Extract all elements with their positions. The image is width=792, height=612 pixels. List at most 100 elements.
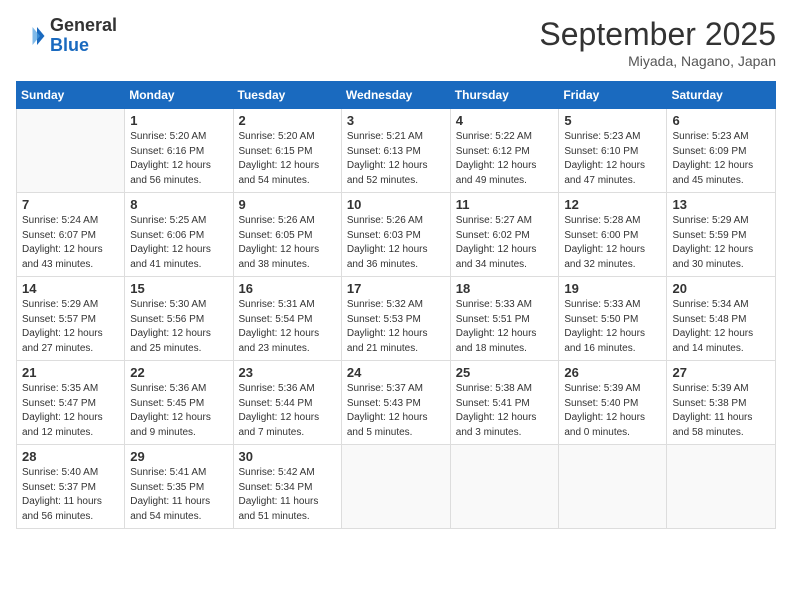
day-number: 7 xyxy=(22,197,119,212)
day-info: Sunrise: 5:25 AM Sunset: 6:06 PM Dayligh… xyxy=(130,214,227,272)
day-cell: 11Sunrise: 5:27 AM Sunset: 6:02 PM Dayli… xyxy=(450,193,559,277)
day-number: 3 xyxy=(347,113,445,128)
day-info: Sunrise: 5:36 AM Sunset: 5:45 PM Dayligh… xyxy=(130,382,227,440)
day-number: 19 xyxy=(564,281,661,296)
day-cell: 15 Sunrise: 5:30 AM Sunset: 5:56 PM Dayli… xyxy=(125,277,233,361)
day-cell: 18 Sunrise: 5:33 AM Sunset: 5:51 PM Dayli… xyxy=(450,277,559,361)
day-number: 1 xyxy=(130,113,227,128)
day-number: 5 xyxy=(564,113,661,128)
day-number: 2 xyxy=(239,113,336,128)
day-cell: 7 Sunrise: 5:24 AM Sunset: 6:07 PM Daylig… xyxy=(17,193,125,277)
day-info: Sunrise: 5:33 AM Sunset: 5:51 PM Dayligh… xyxy=(456,298,554,356)
day-cell xyxy=(559,445,667,529)
day-cell: 17 Sunrise: 5:32 AM Sunset: 5:53 PM Dayli… xyxy=(341,277,450,361)
day-cell: 12 Sunrise: 5:28 AM Sunset: 6:00 PM Dayli… xyxy=(559,193,667,277)
page-header: General Blue September 2025 Miyada, Naga… xyxy=(16,16,776,69)
day-info: Sunrise: 5:42 AM Sunset: 5:34 PM Dayligh… xyxy=(239,466,336,524)
day-number: 4 xyxy=(456,113,554,128)
logo-blue-text: Blue xyxy=(50,35,89,55)
day-info: Sunrise: 5:32 AM Sunset: 5:53 PM Dayligh… xyxy=(347,298,445,356)
day-number: 27 xyxy=(672,365,770,380)
day-number: 28 xyxy=(22,449,119,464)
logo-general-text: General xyxy=(50,15,117,35)
day-info: Sunrise: 5:34 AM Sunset: 5:48 PM Dayligh… xyxy=(672,298,770,356)
logo-icon xyxy=(16,21,46,51)
day-cell: 30 Sunrise: 5:42 AM Sunset: 5:34 PM Dayli… xyxy=(233,445,341,529)
day-cell: 21 Sunrise: 5:35 AM Sunset: 5:47 PM Dayli… xyxy=(17,361,125,445)
day-info: Sunrise: 5:31 AM Sunset: 5:54 PM Dayligh… xyxy=(239,298,336,356)
location-subtitle: Miyada, Nagano, Japan xyxy=(539,53,776,69)
day-info: Sunrise: 5:26 AM Sunset: 6:05 PM Dayligh… xyxy=(239,214,336,272)
day-number: 17 xyxy=(347,281,445,296)
week-row-1: 1 Sunrise: 5:20 AM Sunset: 6:16 PM Daylig… xyxy=(17,109,776,193)
day-cell: 22 Sunrise: 5:36 AM Sunset: 5:45 PM Dayli… xyxy=(125,361,233,445)
calendar-header-row: SundayMondayTuesdayWednesdayThursdayFrid… xyxy=(17,82,776,109)
day-cell: 19Sunrise: 5:33 AM Sunset: 5:50 PM Dayli… xyxy=(559,277,667,361)
day-cell: 14Sunrise: 5:29 AM Sunset: 5:57 PM Dayli… xyxy=(17,277,125,361)
day-info: Sunrise: 5:37 AM Sunset: 5:43 PM Dayligh… xyxy=(347,382,445,440)
day-cell: 2 Sunrise: 5:20 AM Sunset: 6:15 PM Daylig… xyxy=(233,109,341,193)
day-cell xyxy=(341,445,450,529)
day-number: 11 xyxy=(456,197,554,212)
day-cell: 8Sunrise: 5:25 AM Sunset: 6:06 PM Daylig… xyxy=(125,193,233,277)
col-header-monday: Monday xyxy=(125,82,233,109)
col-header-saturday: Saturday xyxy=(667,82,776,109)
calendar-table: SundayMondayTuesdayWednesdayThursdayFrid… xyxy=(16,81,776,529)
day-number: 29 xyxy=(130,449,227,464)
day-number: 10 xyxy=(347,197,445,212)
day-number: 30 xyxy=(239,449,336,464)
day-number: 26 xyxy=(564,365,661,380)
title-block: September 2025 Miyada, Nagano, Japan xyxy=(539,16,776,69)
day-cell: 6 Sunrise: 5:23 AM Sunset: 6:09 PM Daylig… xyxy=(667,109,776,193)
day-info: Sunrise: 5:30 AM Sunset: 5:56 PM Dayligh… xyxy=(130,298,227,356)
week-row-2: 7 Sunrise: 5:24 AM Sunset: 6:07 PM Daylig… xyxy=(17,193,776,277)
day-number: 24 xyxy=(347,365,445,380)
day-cell xyxy=(667,445,776,529)
day-number: 25 xyxy=(456,365,554,380)
day-cell xyxy=(17,109,125,193)
day-cell: 25 Sunrise: 5:38 AM Sunset: 5:41 PM Dayli… xyxy=(450,361,559,445)
day-info: Sunrise: 5:35 AM Sunset: 5:47 PM Dayligh… xyxy=(22,382,119,440)
day-info: Sunrise: 5:21 AM Sunset: 6:13 PM Dayligh… xyxy=(347,130,445,188)
day-info: Sunrise: 5:39 AM Sunset: 5:38 PM Dayligh… xyxy=(672,382,770,440)
day-info: Sunrise: 5:29 AM Sunset: 5:59 PM Dayligh… xyxy=(672,214,770,272)
day-number: 9 xyxy=(239,197,336,212)
day-cell: 28 Sunrise: 5:40 AM Sunset: 5:37 PM Dayli… xyxy=(17,445,125,529)
day-number: 6 xyxy=(672,113,770,128)
day-info: Sunrise: 5:39 AM Sunset: 5:40 PM Dayligh… xyxy=(564,382,661,440)
col-header-tuesday: Tuesday xyxy=(233,82,341,109)
day-info: Sunrise: 5:20 AM Sunset: 6:16 PM Dayligh… xyxy=(130,130,227,188)
day-info: Sunrise: 5:28 AM Sunset: 6:00 PM Dayligh… xyxy=(564,214,661,272)
day-cell: 4 Sunrise: 5:22 AM Sunset: 6:12 PM Daylig… xyxy=(450,109,559,193)
col-header-wednesday: Wednesday xyxy=(341,82,450,109)
week-row-3: 14Sunrise: 5:29 AM Sunset: 5:57 PM Dayli… xyxy=(17,277,776,361)
day-cell: 5 Sunrise: 5:23 AM Sunset: 6:10 PM Daylig… xyxy=(559,109,667,193)
day-cell: 20Sunrise: 5:34 AM Sunset: 5:48 PM Dayli… xyxy=(667,277,776,361)
day-info: Sunrise: 5:20 AM Sunset: 6:15 PM Dayligh… xyxy=(239,130,336,188)
col-header-thursday: Thursday xyxy=(450,82,559,109)
day-info: Sunrise: 5:29 AM Sunset: 5:57 PM Dayligh… xyxy=(22,298,119,356)
day-cell: 16Sunrise: 5:31 AM Sunset: 5:54 PM Dayli… xyxy=(233,277,341,361)
day-cell: 24 Sunrise: 5:37 AM Sunset: 5:43 PM Dayli… xyxy=(341,361,450,445)
day-info: Sunrise: 5:40 AM Sunset: 5:37 PM Dayligh… xyxy=(22,466,119,524)
day-cell: 1 Sunrise: 5:20 AM Sunset: 6:16 PM Daylig… xyxy=(125,109,233,193)
day-info: Sunrise: 5:22 AM Sunset: 6:12 PM Dayligh… xyxy=(456,130,554,188)
col-header-friday: Friday xyxy=(559,82,667,109)
day-number: 18 xyxy=(456,281,554,296)
day-info: Sunrise: 5:23 AM Sunset: 6:10 PM Dayligh… xyxy=(564,130,661,188)
day-info: Sunrise: 5:38 AM Sunset: 5:41 PM Dayligh… xyxy=(456,382,554,440)
logo: General Blue xyxy=(16,16,117,56)
day-info: Sunrise: 5:26 AM Sunset: 6:03 PM Dayligh… xyxy=(347,214,445,272)
day-cell: 13Sunrise: 5:29 AM Sunset: 5:59 PM Dayli… xyxy=(667,193,776,277)
day-cell xyxy=(450,445,559,529)
day-number: 12 xyxy=(564,197,661,212)
day-info: Sunrise: 5:24 AM Sunset: 6:07 PM Dayligh… xyxy=(22,214,119,272)
day-number: 15 xyxy=(130,281,227,296)
day-cell: 27 Sunrise: 5:39 AM Sunset: 5:38 PM Dayli… xyxy=(667,361,776,445)
day-cell: 23Sunrise: 5:36 AM Sunset: 5:44 PM Dayli… xyxy=(233,361,341,445)
day-cell: 10 Sunrise: 5:26 AM Sunset: 6:03 PM Dayli… xyxy=(341,193,450,277)
day-number: 21 xyxy=(22,365,119,380)
week-row-5: 28 Sunrise: 5:40 AM Sunset: 5:37 PM Dayli… xyxy=(17,445,776,529)
day-number: 22 xyxy=(130,365,227,380)
day-info: Sunrise: 5:23 AM Sunset: 6:09 PM Dayligh… xyxy=(672,130,770,188)
